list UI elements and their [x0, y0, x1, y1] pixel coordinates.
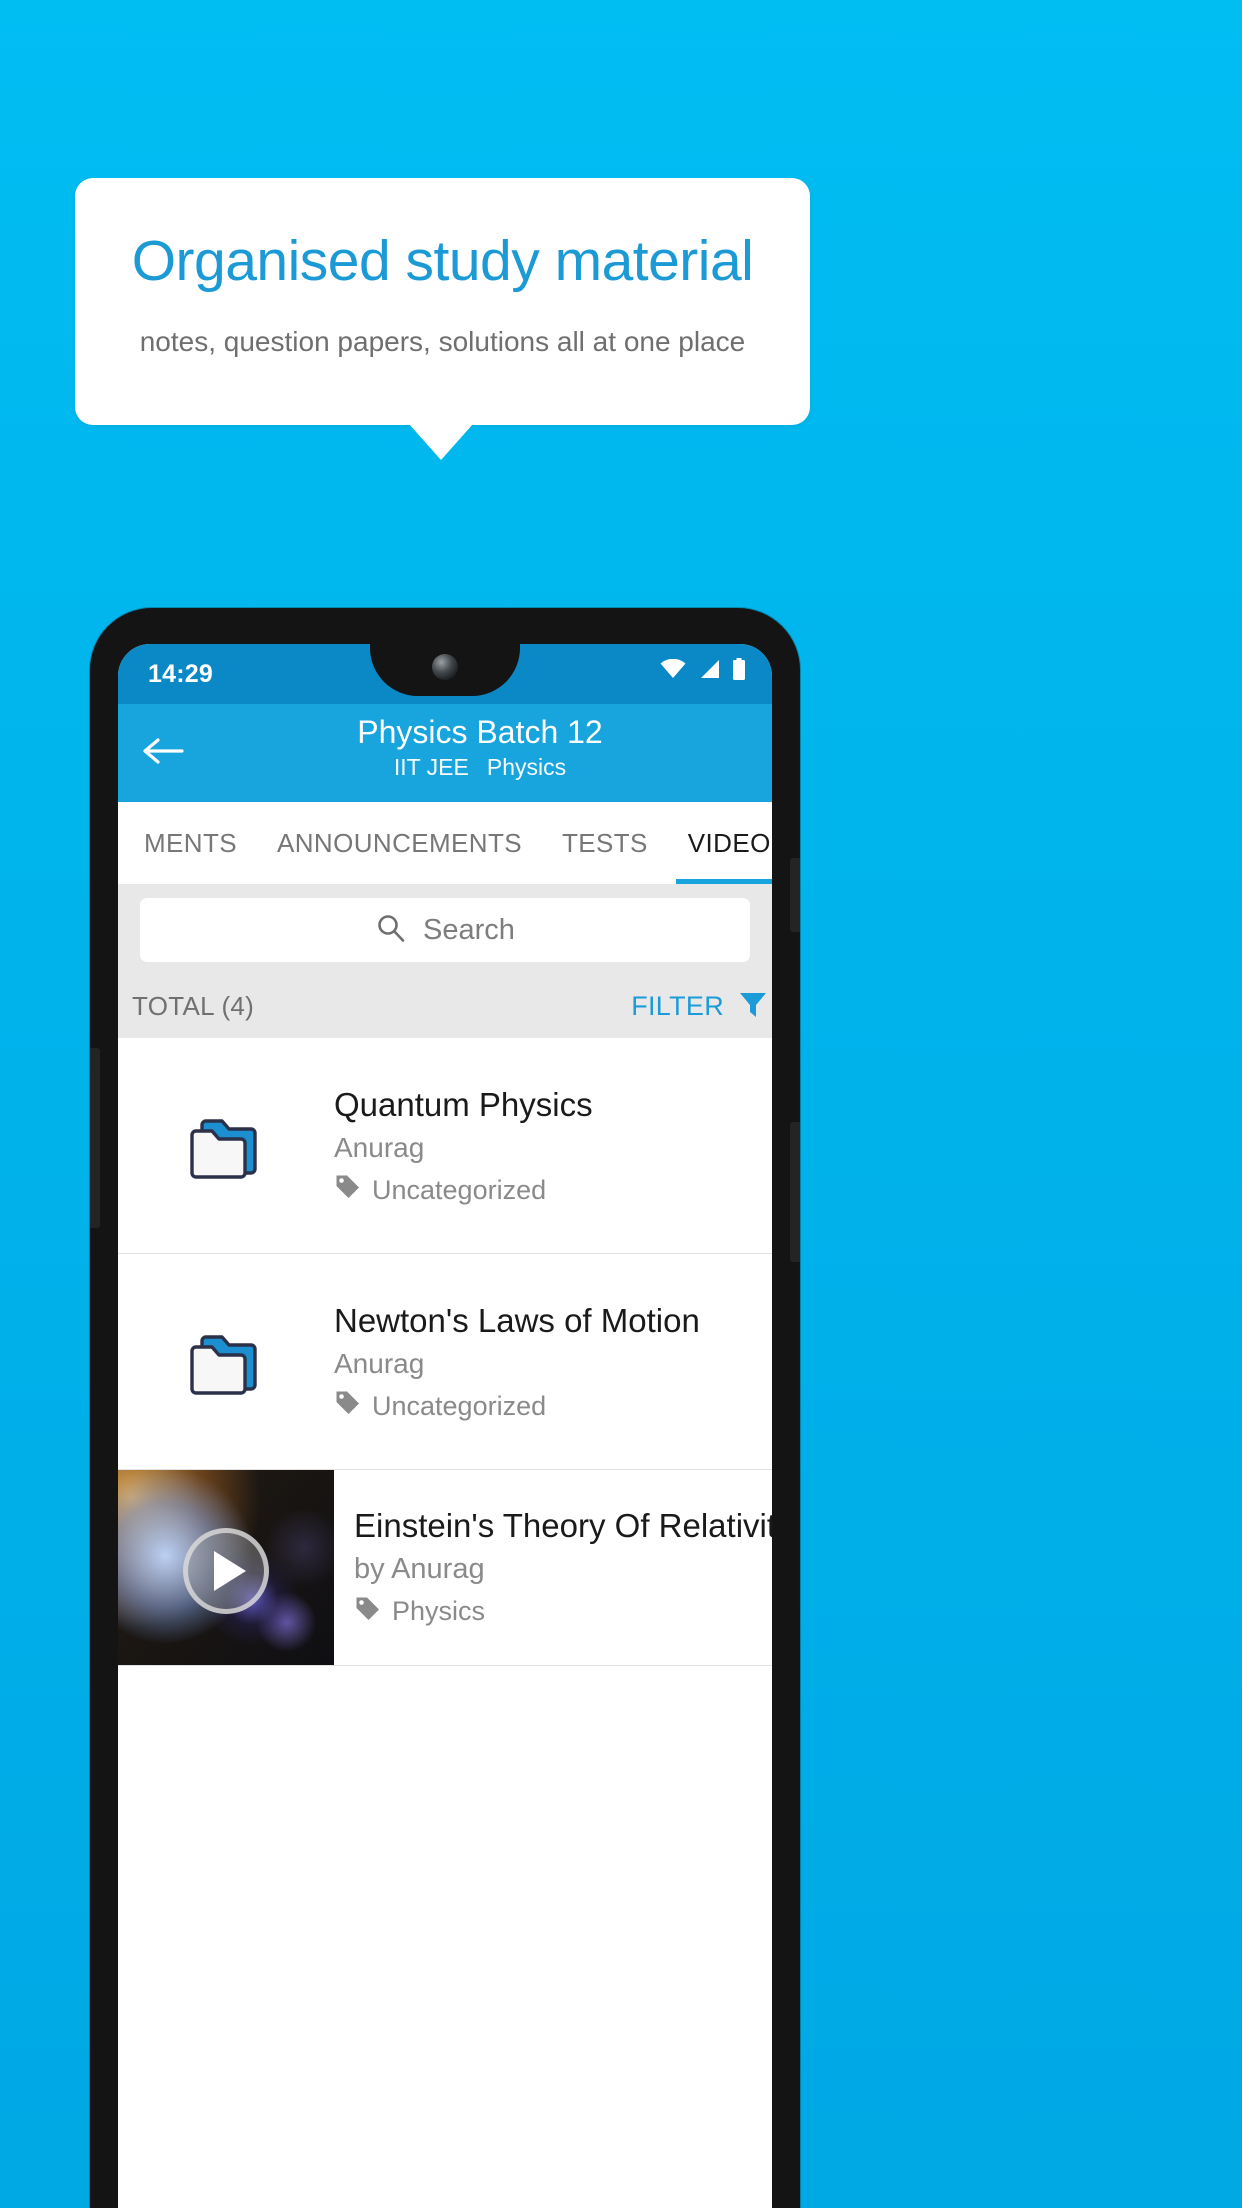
signal-icon: [698, 659, 720, 684]
tab-tests[interactable]: TESTS: [542, 802, 668, 884]
back-button[interactable]: [138, 728, 188, 778]
phone-left-button: [90, 1048, 100, 1228]
list-item-author: by Anurag: [354, 1552, 485, 1585]
search-icon: [375, 912, 407, 949]
tab-videos[interactable]: VIDEOS: [668, 802, 772, 884]
tag-icon: [354, 1595, 381, 1629]
filter-label: FILTER: [631, 990, 724, 1021]
phone-volume-button: [790, 858, 800, 932]
phone-device: 14:29 Physics Batch 12 IIT JEE Physics M…: [90, 608, 800, 2208]
video-thumbnail: [118, 1470, 334, 1665]
folder-icon: [118, 1107, 334, 1185]
tag-label: Uncategorized: [372, 1390, 547, 1421]
search-section: Search: [118, 884, 772, 974]
promo-card: Organised study material notes, question…: [75, 178, 810, 425]
list-item-tag: Physics: [354, 1595, 772, 1629]
filter-button[interactable]: FILTER: [631, 987, 772, 1026]
list-item-body: Newton's Laws of Motion Anurag Uncategor…: [334, 1300, 772, 1423]
tab-announcements[interactable]: ANNOUNCEMENTS: [257, 802, 542, 884]
list-item-tag: Uncategorized: [334, 1173, 762, 1207]
tab-bar: MENTS ANNOUNCEMENTS TESTS VIDEOS: [118, 802, 772, 884]
promo-title: Organised study material: [131, 229, 754, 293]
folder-icon: [118, 1323, 334, 1401]
status-time: 14:29: [148, 660, 213, 688]
camera-notch: [370, 644, 520, 696]
tag-label: Uncategorized: [372, 1174, 547, 1205]
status-icons: [660, 658, 746, 685]
tab-assignments[interactable]: MENTS: [124, 802, 257, 884]
list-item[interactable]: Newton's Laws of Motion Anurag Uncategor…: [118, 1254, 772, 1470]
tag-label: Physics: [392, 1596, 486, 1626]
tag-icon: [334, 1173, 361, 1207]
list-item-title: Newton's Laws of Motion: [334, 1301, 700, 1339]
play-triangle: [214, 1551, 246, 1592]
list-toolbar: TOTAL (4) FILTER: [118, 974, 772, 1038]
subject-label: Physics: [486, 754, 567, 780]
list-item-tag: Uncategorized: [334, 1389, 762, 1423]
promo-subtitle: notes, question papers, solutions all at…: [139, 326, 746, 357]
list-item-author: Anurag: [334, 1348, 425, 1380]
page-subtitle: IIT JEE Physics: [208, 754, 752, 781]
phone-power-button: [790, 1122, 800, 1262]
promo-card-tail: [409, 424, 473, 460]
phone-screen: 14:29 Physics Batch 12 IIT JEE Physics M…: [118, 644, 772, 2208]
status-bar: 14:29: [118, 644, 772, 704]
promo-screenshot: Organised study material notes, question…: [0, 0, 1242, 2208]
play-icon[interactable]: [183, 1528, 269, 1615]
back-arrow-icon: [142, 736, 184, 771]
content-list: Quantum Physics Anurag Uncategorized New…: [118, 1038, 772, 1666]
page-title: Physics Batch 12: [357, 714, 603, 750]
list-item-body: Einstein's Theory Of Relativity by Anura…: [334, 1470, 772, 1665]
app-bar-titles: Physics Batch 12 IIT JEE Physics: [208, 712, 752, 781]
total-count-label: TOTAL (4): [132, 990, 255, 1021]
list-item-title: Einstein's Theory Of Relativity: [354, 1506, 772, 1544]
tag-icon: [334, 1389, 361, 1423]
list-item[interactable]: Quantum Physics Anurag Uncategorized: [118, 1038, 772, 1254]
wifi-icon: [660, 658, 686, 684]
exam-label: IIT JEE: [393, 754, 469, 780]
list-item-title: Quantum Physics: [334, 1085, 593, 1123]
list-item-author: Anurag: [334, 1132, 425, 1164]
list-item[interactable]: Einstein's Theory Of Relativity by Anura…: [118, 1470, 772, 1666]
app-bar: Physics Batch 12 IIT JEE Physics: [118, 704, 772, 802]
front-camera-icon: [432, 654, 458, 680]
list-item-body: Quantum Physics Anurag Uncategorized: [334, 1084, 772, 1207]
search-placeholder: Search: [423, 913, 515, 946]
filter-funnel-icon: [736, 987, 770, 1026]
search-input[interactable]: Search: [140, 898, 750, 962]
battery-icon: [732, 658, 746, 685]
